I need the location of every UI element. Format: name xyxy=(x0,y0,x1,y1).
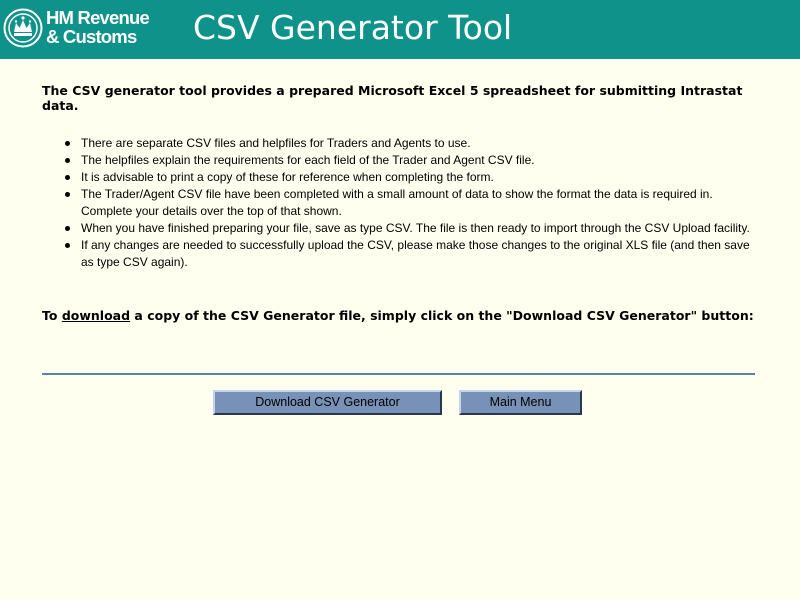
download-link[interactable]: download xyxy=(62,308,130,323)
list-item: It is advisable to print a copy of these… xyxy=(62,169,752,186)
divider xyxy=(42,373,755,375)
hmrc-logo: HM Revenue & Customs xyxy=(3,7,163,51)
list-item: There are separate CSV files and helpfil… xyxy=(62,135,752,152)
page-title: CSV Generator Tool xyxy=(193,8,513,47)
crown-crest-icon xyxy=(3,8,43,48)
logo-line-1: HM Revenue xyxy=(46,7,150,28)
download-prefix: To xyxy=(42,308,62,323)
download-csv-generator-button[interactable]: Download CSV Generator xyxy=(213,390,442,415)
list-item: The Trader/Agent CSV file have been comp… xyxy=(62,186,752,220)
download-suffix: a copy of the CSV Generator file, simply… xyxy=(130,308,754,323)
logo-text: HM Revenue & Customs xyxy=(46,7,150,47)
main-menu-button[interactable]: Main Menu xyxy=(459,390,582,415)
intro-text: The CSV generator tool provides a prepar… xyxy=(42,83,743,113)
list-item: If any changes are needed to successfull… xyxy=(62,237,752,271)
logo-line-2: & Customs xyxy=(46,26,137,47)
download-instruction: To download a copy of the CSV Generator … xyxy=(42,308,762,323)
list-item: When you have finished preparing your fi… xyxy=(62,220,752,237)
list-item: The helpfiles explain the requirements f… xyxy=(62,152,752,169)
page-header: HM Revenue & Customs CSV Generator Tool xyxy=(0,0,800,59)
instructions-list: There are separate CSV files and helpfil… xyxy=(62,135,752,271)
